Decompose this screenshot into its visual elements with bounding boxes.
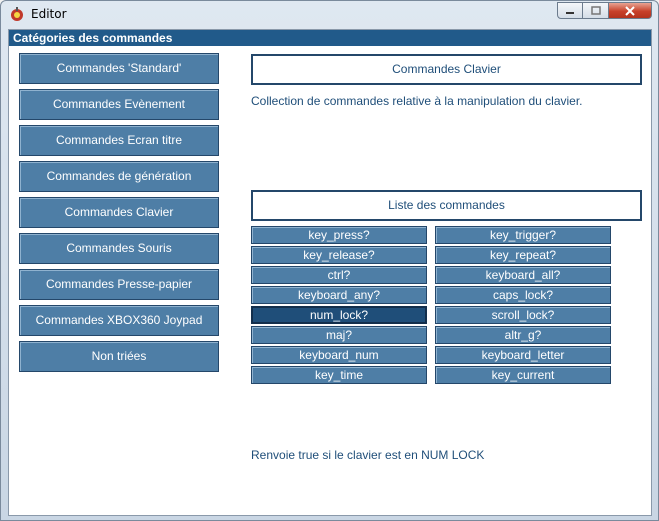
command-keyboard-num-button[interactable]: keyboard_num: [251, 346, 427, 364]
command-key-release-button[interactable]: key_release?: [251, 246, 427, 264]
category-presse-papier-button[interactable]: Commandes Presse-papier: [19, 269, 219, 300]
command-key-press-button[interactable]: key_press?: [251, 226, 427, 244]
command-key-repeat-button[interactable]: key_repeat?: [435, 246, 611, 264]
selected-category-title: Commandes Clavier: [251, 54, 642, 85]
category-generation-button[interactable]: Commandes de génération: [19, 161, 219, 192]
window-title: Editor: [31, 7, 67, 21]
category-description: Collection de commandes relative à la ma…: [251, 94, 583, 108]
maximize-button[interactable]: [583, 2, 609, 19]
category-xbox360-joypad-button[interactable]: Commandes XBOX360 Joypad: [19, 305, 219, 336]
category-souris-button[interactable]: Commandes Souris: [19, 233, 219, 264]
category-evenement-button[interactable]: Commandes Evènement: [19, 89, 219, 120]
command-key-trigger-button[interactable]: key_trigger?: [435, 226, 611, 244]
command-status-text: Renvoie true si le clavier est en NUM LO…: [251, 448, 485, 462]
category-standard-button[interactable]: Commandes 'Standard': [19, 53, 219, 84]
command-key-time-button[interactable]: key_time: [251, 366, 427, 384]
maximize-icon: [590, 6, 601, 15]
app-icon: [11, 7, 23, 21]
minimize-icon: [566, 11, 574, 14]
editor-client-area: Catégories des commandes Commandes 'Stan…: [8, 29, 652, 516]
close-icon: [625, 5, 635, 16]
category-ecran-titre-button[interactable]: Commandes Ecran titre: [19, 125, 219, 156]
category-clavier-button[interactable]: Commandes Clavier: [19, 197, 219, 228]
close-button[interactable]: [609, 2, 652, 19]
command-list-title: Liste des commandes: [251, 190, 642, 221]
command-num-lock-button[interactable]: num_lock?: [251, 306, 427, 324]
minimize-button[interactable]: [557, 2, 583, 19]
command-keyboard-all-button[interactable]: keyboard_all?: [435, 266, 611, 284]
command-scroll-lock-button[interactable]: scroll_lock?: [435, 306, 611, 324]
editor-window: Editor Catégories des commandes Commande…: [0, 0, 659, 521]
category-non-triees-button[interactable]: Non triées: [19, 341, 219, 372]
command-caps-lock-button[interactable]: caps_lock?: [435, 286, 611, 304]
command-key-current-button[interactable]: key_current: [435, 366, 611, 384]
command-maj-button[interactable]: maj?: [251, 326, 427, 344]
panel-header: Catégories des commandes: [9, 30, 651, 46]
title-bar[interactable]: Editor: [1, 1, 658, 27]
command-ctrl-button[interactable]: ctrl?: [251, 266, 427, 284]
command-keyboard-letter-button[interactable]: keyboard_letter: [435, 346, 611, 364]
command-altr-g-button[interactable]: altr_g?: [435, 326, 611, 344]
window-controls: [557, 2, 652, 19]
command-keyboard-any-button[interactable]: keyboard_any?: [251, 286, 427, 304]
